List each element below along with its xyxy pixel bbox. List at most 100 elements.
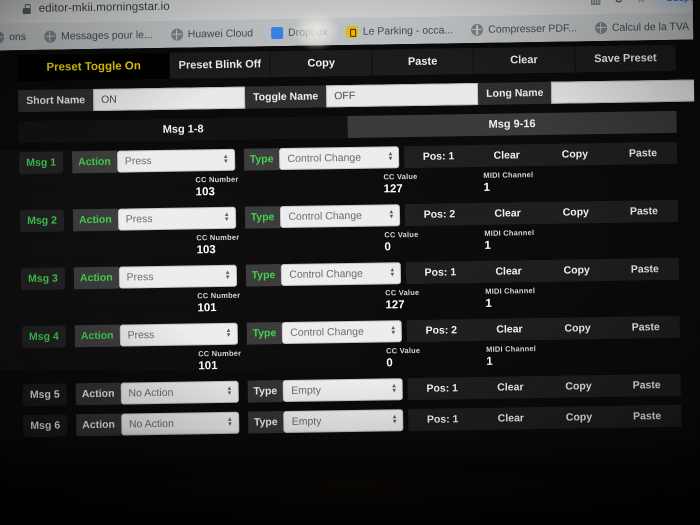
msg-page-tab[interactable]: Msg 9-16 [347, 110, 677, 138]
position-indicator[interactable]: Pos: 2 [405, 203, 473, 226]
reading-list-icon[interactable]: ▥ [590, 0, 602, 6]
midi-channel-value[interactable]: 1 [484, 238, 584, 252]
copy-button[interactable]: Copy [542, 259, 610, 282]
action-label: Action [71, 150, 117, 174]
message-tag[interactable]: Msg 3 [20, 267, 66, 291]
type-select[interactable]: Control Change ▲ ▼ [281, 262, 402, 287]
short-name-input[interactable]: ON [92, 86, 246, 111]
toggle-name-input[interactable]: OFF [326, 82, 479, 108]
cc-value-label: CC Value [383, 171, 418, 182]
clear-button[interactable]: Clear [473, 202, 541, 225]
clear-button[interactable]: Clear [477, 407, 545, 430]
bookmark-item[interactable]: ons [0, 30, 35, 44]
name-fields-row: Short Name ON Toggle Name OFF Long Name [17, 79, 700, 113]
action-select[interactable]: No Action ▲ ▼ [120, 411, 240, 436]
cc-number-value[interactable]: 101 [197, 299, 385, 314]
bookmark-item[interactable]: Calcul de la TVA [586, 20, 698, 34]
row-spacer [239, 412, 248, 434]
action-select[interactable]: No Action ▲ ▼ [120, 380, 239, 405]
message-tag[interactable]: Msg 1 [18, 151, 64, 175]
bookmark-item[interactable]: Messages pour le... [35, 28, 162, 43]
cc-value-param: CC Value 0 [384, 229, 484, 254]
midi-channel-value[interactable]: 1 [483, 180, 583, 194]
action-select[interactable]: Press ▲ ▼ [119, 322, 238, 347]
type-value: Control Change [288, 209, 363, 223]
copy-button[interactable]: Copy [544, 375, 612, 398]
clear-button[interactable]: Clear [476, 376, 544, 399]
type-select[interactable]: Control Change ▲ ▼ [282, 320, 403, 345]
copy-button[interactable]: Copy [543, 317, 611, 340]
midi-channel-label: MIDI Channel [483, 170, 534, 180]
preset-toggle-state[interactable]: Preset Toggle On [17, 52, 170, 82]
position-indicator[interactable]: Pos: 2 [407, 319, 475, 342]
type-select[interactable]: Empty ▲ ▼ [283, 409, 404, 434]
chevron-updown-icon: ▲ ▼ [390, 325, 397, 337]
extensions-icon[interactable]: ⚙ [613, 0, 624, 6]
paste-button[interactable]: Paste [612, 316, 680, 339]
paste-button[interactable]: Paste [609, 142, 677, 165]
bookmark-item[interactable]: Compresser PDF... [462, 22, 586, 36]
paste-button[interactable]: Paste [610, 200, 678, 223]
bookmark-item[interactable]: Le Parking - occa... [337, 24, 463, 38]
preset-copy-button[interactable]: Copy [270, 49, 373, 78]
cc-number-param: CC Number 103 [196, 230, 384, 257]
copy-button[interactable]: Copy [541, 143, 609, 166]
paste-button[interactable]: Paste [611, 258, 679, 281]
chevron-updown-icon: ▲ ▼ [387, 151, 394, 163]
action-label: Action [74, 324, 120, 348]
bookmark-star-icon[interactable]: ☆ [636, 0, 647, 5]
action-value: Press [126, 271, 154, 284]
cc-value-value[interactable]: 127 [384, 182, 484, 195]
chevron-updown-icon: ▲ ▼ [224, 269, 231, 281]
message-tag[interactable]: Msg 2 [19, 209, 65, 233]
position-indicator[interactable]: Pos: 1 [404, 145, 472, 168]
position-indicator[interactable]: Pos: 1 [408, 377, 476, 400]
copy-button[interactable]: Copy [542, 201, 610, 224]
long-name-input[interactable] [551, 79, 700, 104]
preset-preset-blink-off-button[interactable]: Preset Blink Off [169, 51, 272, 79]
position-indicator[interactable]: Pos: 1 [408, 408, 476, 431]
midi-channel-value[interactable]: 1 [485, 296, 585, 310]
preset-toolbar: Preset Toggle On Preset Blink Off Copy Pas… [17, 44, 676, 82]
preset-paste-button[interactable]: Paste [372, 48, 475, 76]
type-select[interactable]: Control Change ▲ ▼ [280, 204, 401, 229]
copy-button[interactable]: Copy [545, 406, 613, 429]
chevron-updown-icon: ▲ ▼ [391, 383, 398, 395]
midi-channel-value[interactable]: 1 [486, 354, 586, 368]
action-select[interactable]: Press ▲ ▼ [118, 264, 237, 289]
message-tag[interactable]: Msg 4 [21, 325, 67, 349]
action-label: Action [75, 382, 121, 406]
preset-save-preset-button[interactable]: Save Preset [575, 45, 676, 73]
cc-value-value[interactable]: 127 [385, 298, 485, 311]
clear-button[interactable]: Clear [474, 260, 542, 283]
msg-page-tab[interactable]: Msg 1-8 [18, 115, 348, 144]
clear-button[interactable]: Clear [472, 144, 540, 167]
action-label: Action [73, 266, 119, 290]
bookmark-item[interactable]: Dropbox [262, 26, 337, 39]
screen-content: editor-mkii.morningstar.io ▥ ⚙ ☆ Suspe o… [0, 0, 700, 474]
bookmark-label: Le Parking - occa... [362, 23, 454, 38]
suspend-button[interactable]: Suspe [658, 0, 700, 8]
action-select[interactable]: Press ▲ ▼ [116, 148, 235, 173]
cc-value-label: CC Value [386, 345, 421, 356]
cc-number-param: CC Number 103 [195, 172, 384, 199]
cc-number-value[interactable]: 103 [196, 183, 384, 198]
clear-button[interactable]: Clear [475, 318, 543, 341]
paste-button[interactable]: Paste [613, 405, 681, 428]
paste-button[interactable]: Paste [612, 374, 680, 397]
message-tag[interactable]: Msg 5 [22, 383, 67, 407]
cc-value-value[interactable]: 0 [386, 356, 486, 369]
action-select[interactable]: Press ▲ ▼ [117, 206, 236, 231]
bookmark-label: ons [9, 30, 27, 43]
cc-value-value[interactable]: 0 [384, 240, 484, 253]
midi-channel-param: MIDI Channel 1 [485, 285, 585, 310]
long-name-group: Long Name [478, 79, 700, 105]
cc-number-value[interactable]: 101 [198, 357, 386, 372]
position-indicator[interactable]: Pos: 1 [406, 261, 474, 284]
bookmark-item[interactable]: Huawei Cloud [162, 27, 263, 41]
preset-clear-button[interactable]: Clear [473, 46, 576, 75]
type-select[interactable]: Empty ▲ ▼ [282, 378, 404, 403]
type-select[interactable]: Control Change ▲ ▼ [279, 146, 400, 171]
cc-number-value[interactable]: 103 [196, 241, 384, 256]
message-tag[interactable]: Msg 6 [23, 414, 68, 438]
